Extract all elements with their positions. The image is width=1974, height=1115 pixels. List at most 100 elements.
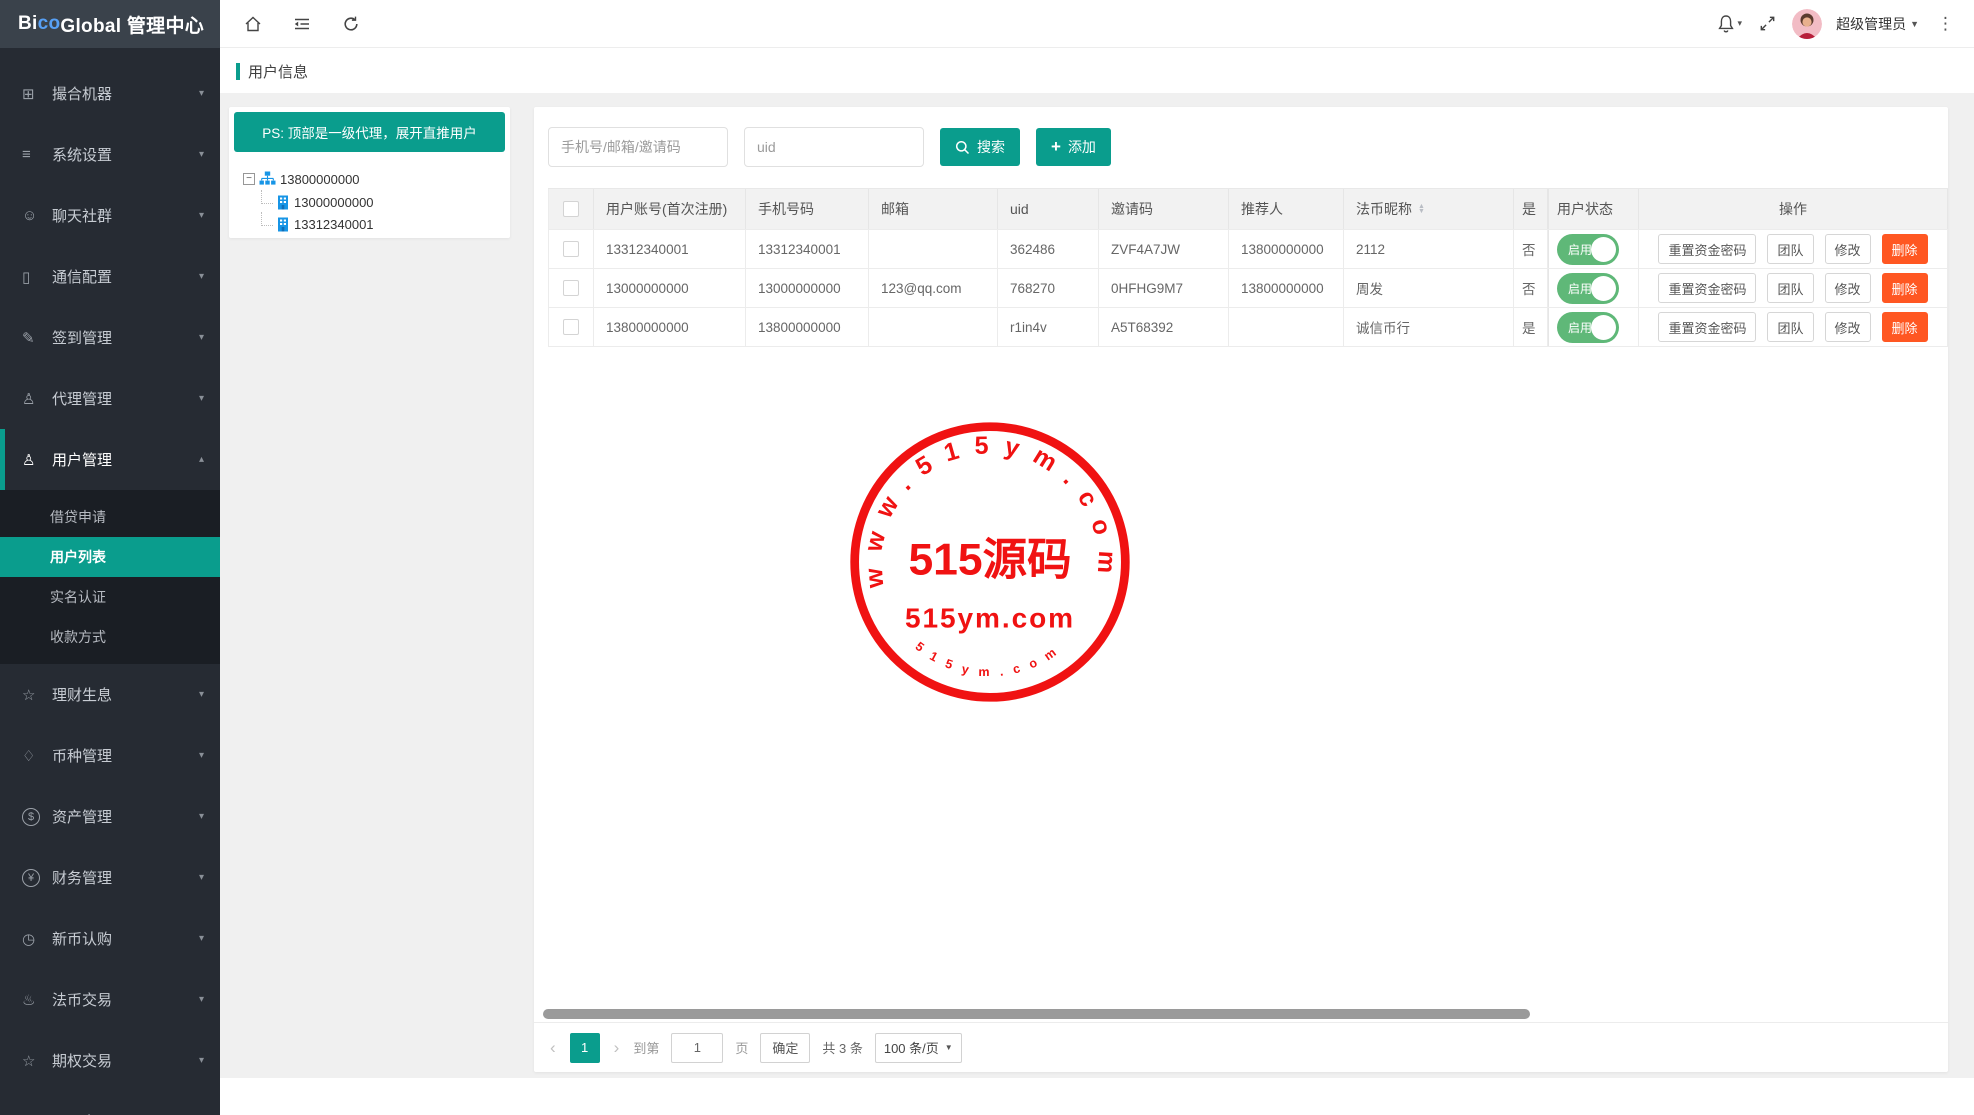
notifications-button[interactable]: ▾ [1716,13,1743,35]
sidebar-item-system-settings[interactable]: ≡系统设置▾ [0,124,220,185]
tree-connector-line [261,190,273,204]
row-checkbox[interactable] [563,319,579,335]
select-all-checkbox[interactable] [563,201,579,217]
sidebar-item-coin-management[interactable]: ♢币种管理▾ [0,725,220,786]
cell-referrer: 13800000000 [1229,269,1344,307]
sidebar-item-asset-management[interactable]: $资产管理▾ [0,786,220,847]
user-name: 超级管理员 [1836,14,1906,34]
delete-button[interactable]: 删除 [1882,234,1928,264]
delete-button[interactable]: 删除 [1882,312,1928,342]
sort-icon[interactable]: ▲▼ [1418,204,1425,214]
row-checkbox[interactable] [563,241,579,257]
content-area: PS: 顶部是一级代理，展开直推用户 − 13800000000 1300000… [220,93,1974,1078]
chevron-down-icon: ▾ [199,872,204,883]
header-label: 法币昵称 [1356,199,1412,219]
search-input[interactable] [548,127,728,167]
building-icon [276,217,290,232]
tree-child-node[interactable]: 13312340001 [261,213,510,235]
tree-node-label: 13800000000 [280,172,360,187]
sidebar-subitem-identity-verification[interactable]: 实名认证 [0,577,220,617]
person-icon: ♙ [22,390,52,408]
more-options-icon[interactable]: ⋮ [1933,14,1958,34]
confirm-page-button[interactable]: 确定 [760,1033,810,1063]
title-accent-bar [236,63,240,80]
sidebar-item-label: 新币认购 [52,928,112,949]
fullscreen-icon[interactable] [1756,13,1778,35]
chevron-down-icon: ▾ [199,210,204,221]
page-number-button[interactable]: 1 [570,1033,600,1063]
chevron-down-icon: ▾ [199,750,204,761]
cell-invite-code: ZVF4A7JW [1099,230,1229,268]
edit-button[interactable]: 修改 [1825,312,1871,342]
refresh-icon[interactable] [340,13,362,35]
cell-account: 13312340001 [594,230,746,268]
tree-child-node[interactable]: 13000000000 [261,191,510,213]
collapse-menu-icon[interactable] [291,13,313,35]
cell-user-status: 启用 [1548,269,1639,307]
sidebar-item-options-trading[interactable]: ☆期权交易▾ [0,1030,220,1091]
prev-page-icon[interactable]: ‹ [548,1038,558,1058]
building-icon [276,195,290,210]
sidebar-subitem-payment-method[interactable]: 收款方式 [0,617,220,657]
header-flag: 是 [1514,189,1548,229]
next-page-icon[interactable]: › [612,1038,622,1058]
goto-page-input[interactable] [671,1033,723,1063]
chevron-down-icon: ▾ [199,88,204,99]
cell-uid: r1in4v [998,308,1099,346]
search-toolbar: 搜索 + 添加 [548,127,1111,167]
uid-input[interactable] [744,127,924,167]
sidebar-item-finance-management[interactable]: ¥财务管理▾ [0,847,220,908]
edit-button[interactable]: 修改 [1825,273,1871,303]
sidebar-item-label: 聊天社群 [52,205,112,226]
edit-button[interactable]: 修改 [1825,234,1871,264]
horizontal-scrollbar[interactable] [543,1009,1530,1019]
header-user-status: 用户状态 [1548,189,1639,229]
sidebar-item-spot-trading[interactable]: ⇄币币交易▾ [0,1091,220,1115]
reset-fund-password-button[interactable]: 重置资金密码 [1658,273,1756,303]
status-toggle[interactable]: 启用 [1557,312,1619,343]
sidebar-item-matching-engine[interactable]: ⊞撮合机器▾ [0,63,220,124]
sitemap-icon [259,171,276,187]
sidebar-item-user-management[interactable]: ♙用户管理▴ [0,429,220,490]
add-button[interactable]: + 添加 [1036,128,1111,166]
avatar[interactable] [1792,9,1822,39]
cell-email [869,230,998,268]
sidebar-item-communication-config[interactable]: ▯通信配置▾ [0,246,220,307]
toggle-knob [1591,237,1616,262]
user-menu[interactable]: 超级管理员 ▼ [1836,14,1919,34]
sidebar-item-chat-group[interactable]: ☺聊天社群▾ [0,185,220,246]
sidebar-item-fiat-trading[interactable]: ♨法币交易▾ [0,969,220,1030]
reset-fund-password-button[interactable]: 重置资金密码 [1658,234,1756,264]
bell-icon [1716,13,1736,35]
chevron-down-icon: ▾ [199,689,204,700]
header-actions: 操作 [1639,189,1948,229]
home-icon[interactable] [242,13,264,35]
team-button[interactable]: 团队 [1767,312,1813,342]
user-management-submenu: 借贷申请 用户列表 实名认证 收款方式 [0,490,220,664]
cell-invite-code: A5T68392 [1099,308,1229,346]
search-button[interactable]: 搜索 [940,128,1020,166]
caret-down-icon: ▼ [945,1043,953,1052]
sidebar-subitem-loan-application[interactable]: 借贷申请 [0,497,220,537]
star-icon: ☆ [22,686,52,704]
header-fiat-nickname[interactable]: 法币昵称 ▲▼ [1344,189,1514,229]
delete-button[interactable]: 删除 [1882,273,1928,303]
sidebar-item-checkin-management[interactable]: ✎签到管理▾ [0,307,220,368]
status-toggle[interactable]: 启用 [1557,273,1619,304]
tree-root-node[interactable]: − 13800000000 [243,167,510,191]
add-button-label: 添加 [1068,137,1096,157]
team-button[interactable]: 团队 [1767,273,1813,303]
sidebar-item-new-coin-subscription[interactable]: ◷新币认购▾ [0,908,220,969]
reset-fund-password-button[interactable]: 重置资金密码 [1658,312,1756,342]
tree-collapse-icon[interactable]: − [243,173,255,185]
page-size-value: 100 条/页 [884,1038,939,1057]
team-button[interactable]: 团队 [1767,234,1813,264]
page-size-select[interactable]: 100 条/页 ▼ [875,1033,962,1063]
sidebar-item-wealth-interest[interactable]: ☆理财生息▾ [0,664,220,725]
sidebar-subitem-user-list[interactable]: 用户列表 [0,537,220,577]
table-row: 13312340001 13312340001 362486 ZVF4A7JW … [548,230,1948,269]
status-toggle[interactable]: 启用 [1557,234,1619,265]
cell-account: 13000000000 [594,269,746,307]
sidebar-item-agent-management[interactable]: ♙代理管理▾ [0,368,220,429]
row-checkbox[interactable] [563,280,579,296]
